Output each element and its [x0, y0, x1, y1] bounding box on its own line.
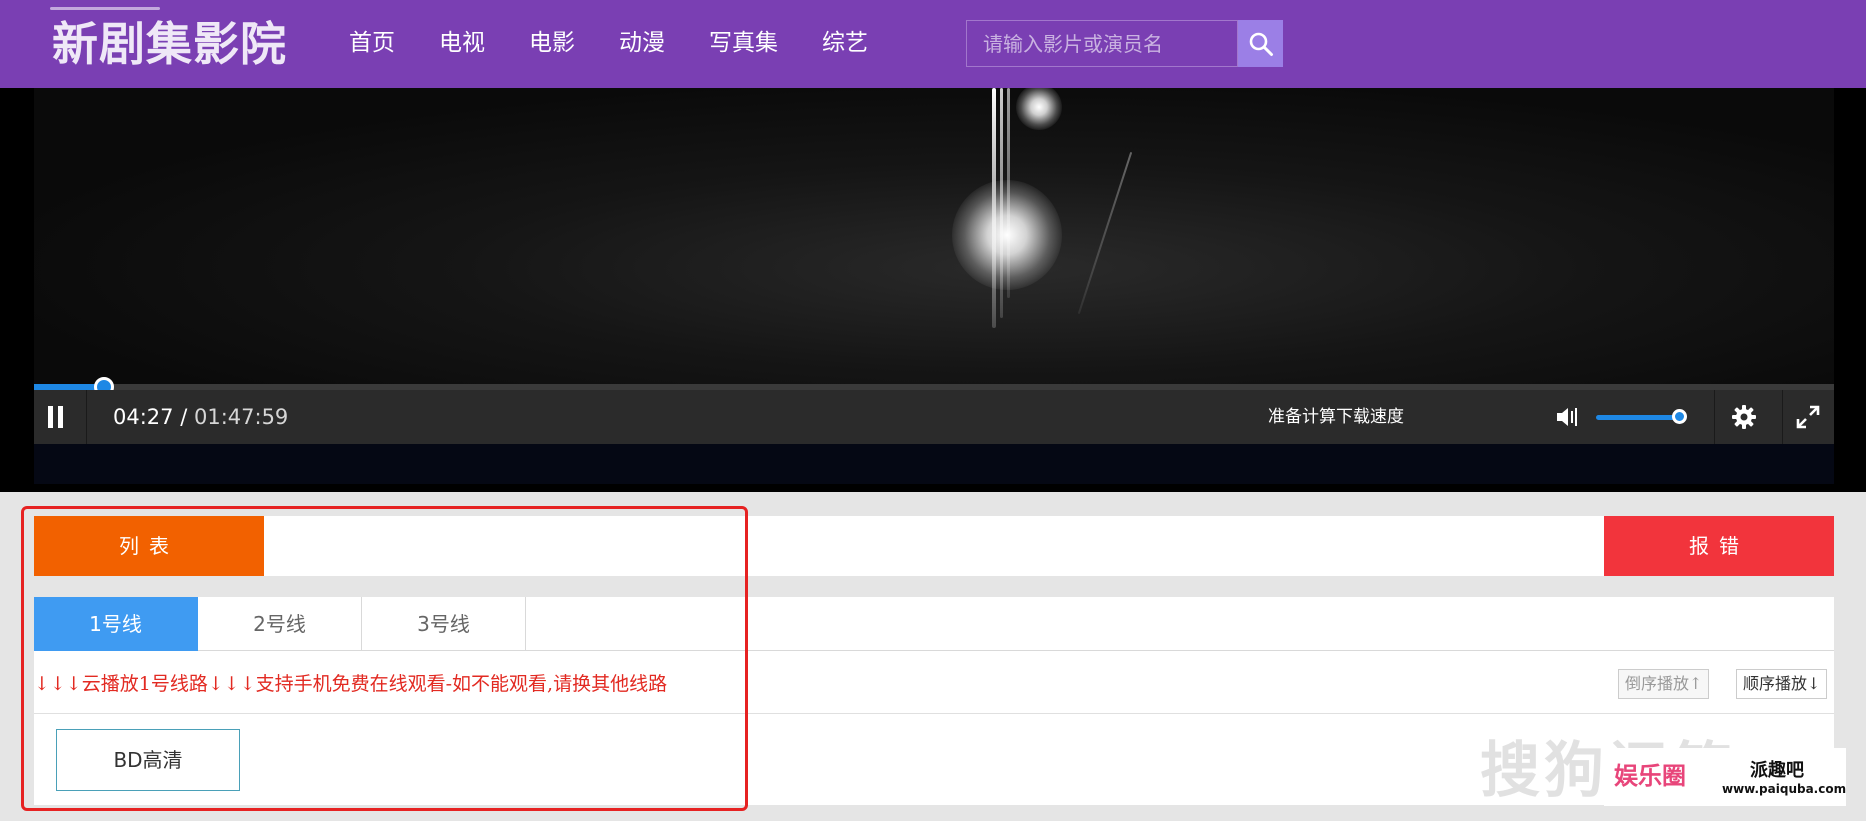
nav-item-home[interactable]: 首页 [349, 24, 395, 62]
sort-desc-button[interactable]: 倒序播放↑ [1618, 669, 1710, 699]
volume-icon [1557, 408, 1577, 426]
nav-item-anime[interactable]: 动漫 [619, 24, 665, 62]
settings-button[interactable] [1714, 390, 1774, 444]
time-display: 04:27 / 01:47:59 [113, 390, 288, 444]
search-box [966, 20, 1238, 67]
time-separator: / [173, 405, 194, 429]
site-header: 新剧集影院 首页 电视 电影 动漫 写真集 综艺 [0, 0, 1866, 88]
video-frame [34, 88, 1834, 388]
light-glow [952, 180, 1062, 290]
logo-decoration [50, 7, 160, 10]
volume-slider[interactable] [1596, 409, 1687, 424]
fullscreen-icon [1796, 405, 1820, 429]
pause-button[interactable] [34, 390, 78, 444]
highlight-frame [21, 506, 748, 811]
light-glow [1016, 88, 1062, 130]
nav-item-movie[interactable]: 电影 [529, 24, 575, 62]
main-nav: 首页 电视 电影 动漫 写真集 综艺 [349, 24, 912, 62]
pause-icon [48, 406, 63, 428]
player-controls: 04:27 / 01:47:59 准备计算下载速度 [34, 390, 1834, 444]
site-logo[interactable]: 新剧集影院 [52, 16, 287, 72]
video-player[interactable]: 04:27 / 01:47:59 准备计算下载速度 [0, 88, 1866, 492]
volume-button[interactable] [1550, 390, 1586, 444]
nav-item-photo[interactable]: 写真集 [709, 24, 778, 62]
settings-icon [1732, 405, 1756, 429]
volume-handle[interactable] [1672, 409, 1687, 424]
nav-item-variety[interactable]: 综艺 [822, 24, 868, 62]
nav-item-tv[interactable]: 电视 [439, 24, 485, 62]
search-button[interactable] [1238, 20, 1283, 67]
download-speed-text: 准备计算下载速度 [1268, 407, 1404, 427]
fullscreen-button[interactable] [1782, 390, 1834, 444]
current-time: 04:27 [113, 405, 174, 429]
report-error-button[interactable]: 报错 [1604, 516, 1834, 576]
brand-watermark-url: www.paiquba.com [1722, 782, 1847, 796]
control-divider [86, 390, 87, 444]
total-time: 01:47:59 [193, 405, 289, 429]
brand-watermark-title: 派趣吧 [1750, 760, 1804, 781]
brand-watermark-left: 娱乐圈 [1614, 761, 1686, 790]
sort-asc-button[interactable]: 顺序播放↓ [1736, 669, 1828, 699]
search-input[interactable] [967, 21, 1237, 66]
video-bottom-bar [34, 444, 1834, 484]
brand-watermark: 娱乐圈 派趣吧 www.paiquba.com [1604, 748, 1846, 806]
light-streak [1077, 151, 1133, 315]
search-icon [1249, 32, 1273, 56]
